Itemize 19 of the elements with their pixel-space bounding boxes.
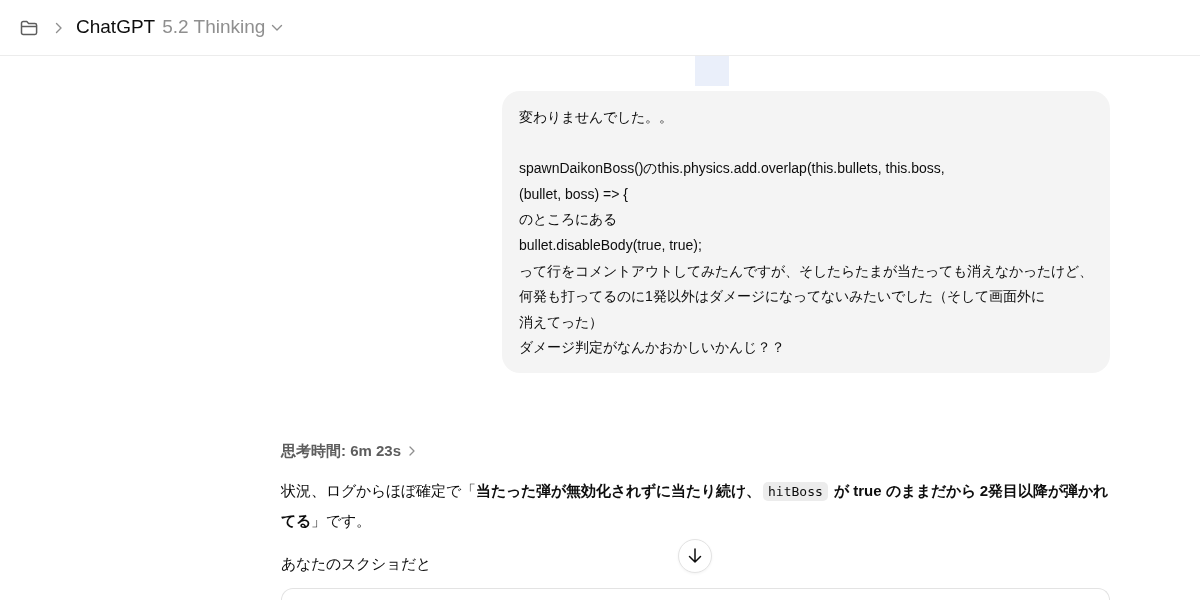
- message-line: ダメージ判定がなんかおかしいかんじ？？: [519, 338, 786, 358]
- model-selector[interactable]: ChatGPT 5.2 Thinking: [76, 13, 284, 42]
- message-line: 変わりませんでした。。: [519, 108, 674, 127]
- thinking-time-toggle[interactable]: 思考時間: 6m 23s: [281, 439, 416, 463]
- message-line: spawnDaikonBoss()のthis.physics.add.overlap(this.bullets, this.boss,: [519, 159, 946, 179]
- arrow-down-icon: [688, 548, 702, 564]
- message-line: 消えてった）: [519, 312, 604, 332]
- message-line: のところにある: [519, 210, 618, 230]
- caret-down-icon: [271, 23, 284, 32]
- message-line: (bullet, boss) => {: [519, 184, 629, 204]
- scroll-down-button[interactable]: [678, 539, 712, 573]
- folder-icon[interactable]: [20, 19, 38, 36]
- chevron-right-icon: [55, 21, 63, 34]
- message-line: って行をコメントアウトしてみたんですが、そしたらたまが当たっても消えなかったけど、: [519, 261, 1093, 281]
- message-line: 何発も打ってるのに1発以外はダメージになってないみたいでした（そして画面外に: [519, 287, 1046, 307]
- message-line: bullet.disableBody(true, true);: [519, 235, 703, 255]
- answer-paragraph: 状況、ログからほぼ確定で「当たった弾が無効化されずに当たり続け、 hitBoss が true のままだから 2発目以降が弾かれてる」です。: [281, 481, 1110, 532]
- chevron-right-icon: [409, 446, 416, 457]
- answer-paragraph: あなたのスクショだと: [281, 554, 431, 575]
